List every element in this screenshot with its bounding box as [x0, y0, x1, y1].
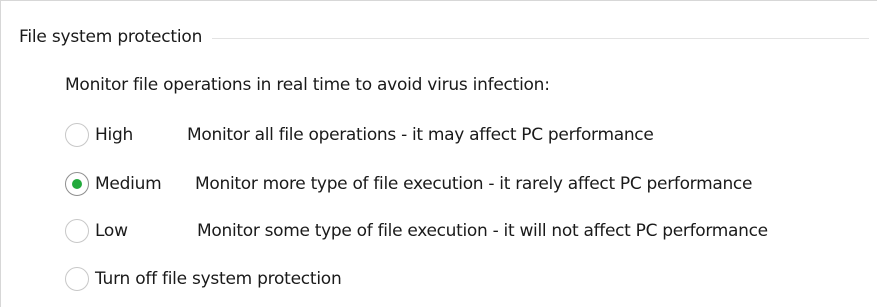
option-high[interactable]: High: [65, 123, 133, 147]
option-label-low: Low: [95, 221, 128, 241]
group-divider: [212, 37, 869, 39]
intro-text: Monitor file operations in real time to …: [65, 75, 550, 95]
radio-high[interactable]: [65, 123, 89, 147]
option-medium[interactable]: Medium: [65, 172, 162, 196]
option-label-medium: Medium: [95, 174, 162, 194]
option-low[interactable]: Low: [65, 219, 128, 243]
radio-turn-off[interactable]: [65, 267, 89, 291]
option-desc-high: Monitor all file operations - it may aff…: [187, 125, 654, 145]
option-desc-medium: Monitor more type of file execution - it…: [195, 174, 753, 194]
radio-low[interactable]: [65, 219, 89, 243]
group-title: File system protection: [19, 27, 203, 47]
protection-settings-panel: File system protection Monitor file oper…: [0, 0, 877, 307]
option-label-high: High: [95, 125, 134, 145]
option-desc-low: Monitor some type of file execution - it…: [197, 221, 768, 241]
group-header: File system protection: [19, 25, 869, 49]
radio-medium[interactable]: [65, 172, 89, 196]
option-turn-off[interactable]: Turn off file system protection: [65, 267, 342, 291]
option-label-turn-off: Turn off file system protection: [95, 269, 342, 289]
radio-dot-icon: [72, 179, 82, 189]
